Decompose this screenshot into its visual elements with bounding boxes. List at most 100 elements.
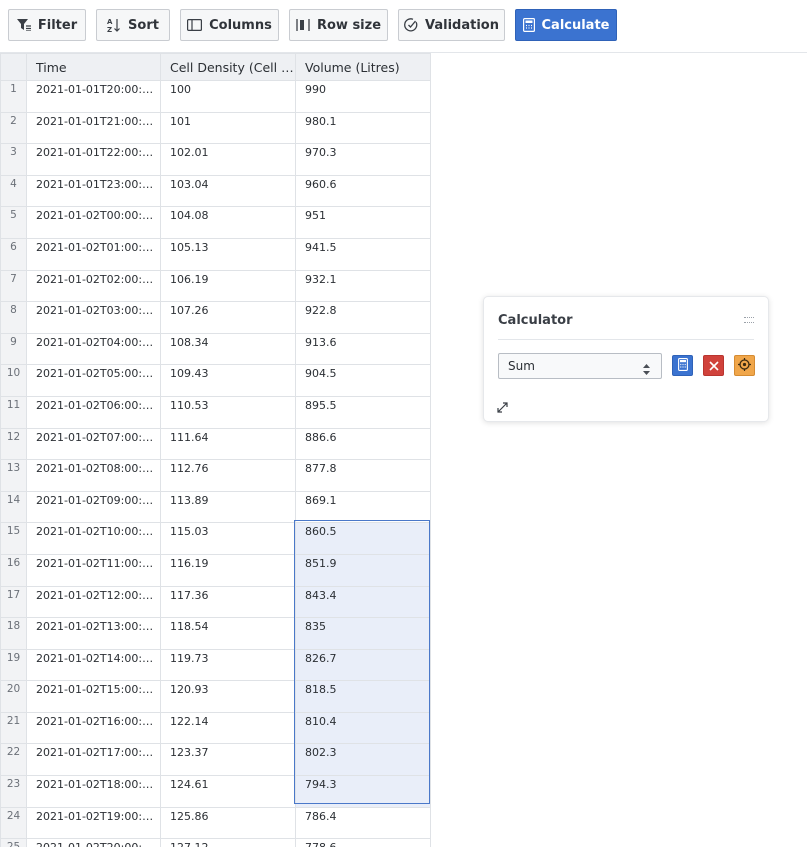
cell-volume[interactable]: 818.5 [295, 680, 431, 713]
table-row[interactable]: 2 2021-01-01T21:00:00Z 101 980.1 [0, 111, 431, 145]
cell-density[interactable]: 127.12 [160, 838, 296, 847]
cell-density[interactable]: 102.01 [160, 143, 296, 176]
table-row[interactable]: 9 2021-01-02T04:00:00Z 108.34 913.6 [0, 332, 431, 366]
cell-density[interactable]: 103.04 [160, 174, 296, 208]
table-row[interactable]: 252021-01-02T20:00:00Z127.12778.6 [0, 838, 431, 847]
table-row[interactable]: 14 2021-01-02T09:00:00Z 113.89 869.1 [0, 490, 431, 524]
cell-density[interactable]: 123.37 [160, 743, 296, 777]
row-number[interactable]: 14 [0, 490, 27, 524]
column-header-cell-density[interactable]: Cell Density (Cell C... [160, 53, 296, 81]
row-number[interactable]: 9 [0, 332, 27, 366]
cell-volume[interactable]: 990 [295, 80, 431, 113]
row-number[interactable]: 2 [0, 111, 27, 145]
cell-density[interactable]: 122.14 [160, 711, 296, 745]
cell-volume[interactable]: 960.6 [295, 174, 431, 208]
cell-volume[interactable]: 951 [295, 206, 431, 239]
table-row[interactable]: 4 2021-01-01T23:00:00Z 103.04 960.6 [0, 174, 431, 208]
table-row[interactable]: 7 2021-01-02T02:00:00Z 106.19 932.1 [0, 269, 431, 303]
sort-button[interactable]: AZ Sort [96, 9, 170, 41]
cell-volume[interactable]: 843.4 [295, 585, 431, 619]
cell-volume[interactable]: 786.4 [295, 806, 431, 840]
cell-time[interactable]: 2021-01-01T22:00:00Z [26, 143, 161, 176]
table-row[interactable]: 15 2021-01-02T10:00:00Z 115.03 860.5 [0, 522, 431, 555]
cell-time[interactable]: 2021-01-02T18:00:00Z [26, 775, 161, 808]
row-number[interactable]: 11 [0, 395, 27, 429]
cell-volume[interactable]: 941.5 [295, 237, 431, 271]
table-row[interactable]: 21 2021-01-02T16:00:00Z 122.14 810.4 [0, 711, 431, 745]
cell-density[interactable]: 117.36 [160, 585, 296, 619]
expand-icon[interactable] [497, 398, 508, 417]
table-row[interactable]: 24 2021-01-02T19:00:00Z 125.86 786.4 [0, 806, 431, 840]
cell-density[interactable]: 104.08 [160, 206, 296, 239]
cell-time[interactable]: 2021-01-02T19:00:00Z [26, 806, 161, 840]
cell-volume[interactable]: 778.6 [295, 838, 431, 847]
table-row[interactable]: 20 2021-01-02T15:00:00Z 120.93 818.5 [0, 680, 431, 713]
cell-volume[interactable]: 895.5 [295, 395, 431, 429]
cell-volume[interactable]: 835 [295, 617, 431, 650]
cell-time[interactable]: 2021-01-02T20:00:00Z [26, 838, 161, 847]
row-number[interactable]: 18 [0, 617, 27, 650]
table-row[interactable]: 1 2021-01-01T20:00:00Z 100 990 [0, 80, 431, 113]
cell-density[interactable]: 115.03 [160, 522, 296, 555]
cell-volume[interactable]: 886.6 [295, 427, 431, 461]
cell-time[interactable]: 2021-01-02T14:00:00Z [26, 648, 161, 682]
cell-time[interactable]: 2021-01-02T13:00:00Z [26, 617, 161, 650]
cell-density[interactable]: 116.19 [160, 553, 296, 587]
cell-volume[interactable]: 826.7 [295, 648, 431, 682]
table-row[interactable]: 17 2021-01-02T12:00:00Z 117.36 843.4 [0, 585, 431, 619]
cell-time[interactable]: 2021-01-02T12:00:00Z [26, 585, 161, 619]
column-header-volume[interactable]: Volume (Litres) [295, 53, 431, 81]
filter-button[interactable]: Filter [8, 9, 86, 41]
row-number[interactable]: 3 [0, 143, 27, 176]
table-row[interactable]: 3 2021-01-01T22:00:00Z 102.01 970.3 [0, 143, 431, 176]
table-row[interactable]: 23 2021-01-02T18:00:00Z 124.61 794.3 [0, 775, 431, 808]
column-header-time[interactable]: Time [26, 53, 161, 81]
cell-volume[interactable]: 810.4 [295, 711, 431, 745]
cell-volume[interactable]: 970.3 [295, 143, 431, 176]
row-number[interactable]: 15 [0, 522, 27, 555]
locate-selection-button[interactable] [734, 355, 755, 376]
row-number[interactable]: 13 [0, 459, 27, 492]
cell-time[interactable]: 2021-01-01T21:00:00Z [26, 111, 161, 145]
cell-time[interactable]: 2021-01-02T16:00:00Z [26, 711, 161, 745]
row-number[interactable]: 7 [0, 269, 27, 303]
cell-density[interactable]: 108.34 [160, 332, 296, 366]
clear-calculation-button[interactable] [703, 355, 724, 376]
cell-time[interactable]: 2021-01-02T09:00:00Z [26, 490, 161, 524]
cell-time[interactable]: 2021-01-02T06:00:00Z [26, 395, 161, 429]
cell-density[interactable]: 106.19 [160, 269, 296, 303]
cell-density[interactable]: 107.26 [160, 301, 296, 334]
table-row[interactable]: 6 2021-01-02T01:00:00Z 105.13 941.5 [0, 237, 431, 271]
table-row[interactable]: 13 2021-01-02T08:00:00Z 112.76 877.8 [0, 459, 431, 492]
cell-time[interactable]: 2021-01-02T10:00:00Z [26, 522, 161, 555]
cell-time[interactable]: 2021-01-02T07:00:00Z [26, 427, 161, 461]
table-row[interactable]: 10 2021-01-02T05:00:00Z 109.43 904.5 [0, 364, 431, 397]
cell-density[interactable]: 112.76 [160, 459, 296, 492]
row-number[interactable]: 25 [0, 838, 27, 847]
cell-volume[interactable]: 904.5 [295, 364, 431, 397]
cell-time[interactable]: 2021-01-01T23:00:00Z [26, 174, 161, 208]
run-calculation-button[interactable] [672, 355, 693, 376]
table-row[interactable]: 11 2021-01-02T06:00:00Z 110.53 895.5 [0, 395, 431, 429]
row-number[interactable]: 22 [0, 743, 27, 777]
table-row[interactable]: 16 2021-01-02T11:00:00Z 116.19 851.9 [0, 553, 431, 587]
row-number[interactable]: 23 [0, 775, 27, 808]
row-number[interactable]: 4 [0, 174, 27, 208]
cell-volume[interactable]: 932.1 [295, 269, 431, 303]
cell-density[interactable]: 125.86 [160, 806, 296, 840]
cell-volume[interactable]: 802.3 [295, 743, 431, 777]
cell-volume[interactable]: 794.3 [295, 775, 431, 808]
row-number[interactable]: 24 [0, 806, 27, 840]
cell-density[interactable]: 109.43 [160, 364, 296, 397]
cell-time[interactable]: 2021-01-02T15:00:00Z [26, 680, 161, 713]
row-number[interactable]: 16 [0, 553, 27, 587]
row-size-button[interactable]: Row size [289, 9, 388, 41]
row-number[interactable]: 1 [0, 80, 27, 113]
cell-density[interactable]: 119.73 [160, 648, 296, 682]
row-number[interactable]: 8 [0, 301, 27, 334]
row-number[interactable]: 10 [0, 364, 27, 397]
cell-time[interactable]: 2021-01-02T00:00:00Z [26, 206, 161, 239]
table-row[interactable]: 8 2021-01-02T03:00:00Z 107.26 922.8 [0, 301, 431, 334]
cell-time[interactable]: 2021-01-02T01:00:00Z [26, 237, 161, 271]
cell-density[interactable]: 124.61 [160, 775, 296, 808]
